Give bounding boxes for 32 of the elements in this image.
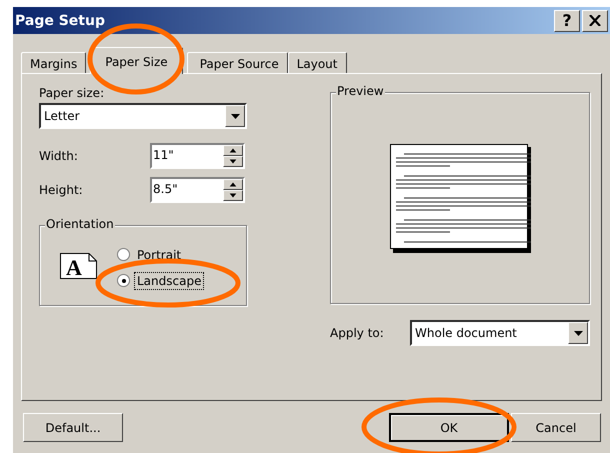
cancel-button[interactable]: Cancel — [511, 413, 601, 442]
paper-size-dropdown[interactable]: Letter — [39, 103, 247, 129]
close-icon — [589, 15, 601, 26]
radio-label[interactable]: Portrait — [134, 246, 184, 264]
radio-label[interactable]: Landscape — [134, 272, 204, 290]
tab[interactable]: Margins — [21, 52, 86, 74]
spin-up-icon[interactable] — [223, 179, 243, 190]
apply-to-dropdown[interactable]: Whole document — [410, 320, 590, 346]
default-button[interactable]: Default... — [23, 413, 123, 442]
width-spinner[interactable]: 11" — [150, 143, 245, 169]
field-label: Paper size: — [39, 86, 106, 102]
spin-down-icon[interactable] — [223, 156, 243, 167]
tab[interactable]: Layout — [288, 52, 346, 74]
help-button[interactable]: ? — [554, 10, 580, 32]
dropdown-arrow-icon — [230, 114, 240, 118]
spin-down-icon[interactable] — [223, 190, 243, 201]
radio-button[interactable] — [117, 274, 130, 287]
field-label: Width: — [39, 149, 79, 163]
ok-button[interactable]: OK — [389, 413, 509, 442]
close-button[interactable] — [582, 10, 608, 32]
window-title: Page Setup — [15, 12, 106, 28]
height-spinner[interactable]: 8.5" — [150, 177, 245, 203]
dropdown-arrow-icon — [574, 330, 582, 336]
tab[interactable]: Paper Source — [186, 52, 288, 74]
field-label: Apply to: — [330, 326, 385, 340]
group-title: Orientation — [45, 217, 115, 231]
spin-up-icon[interactable] — [223, 145, 243, 156]
field-label: Height: — [39, 183, 84, 197]
group-title: Preview — [336, 84, 385, 98]
radio-button[interactable] — [117, 248, 130, 261]
tab[interactable]: Paper Size — [90, 47, 183, 74]
icon-letter: A — [66, 254, 82, 278]
